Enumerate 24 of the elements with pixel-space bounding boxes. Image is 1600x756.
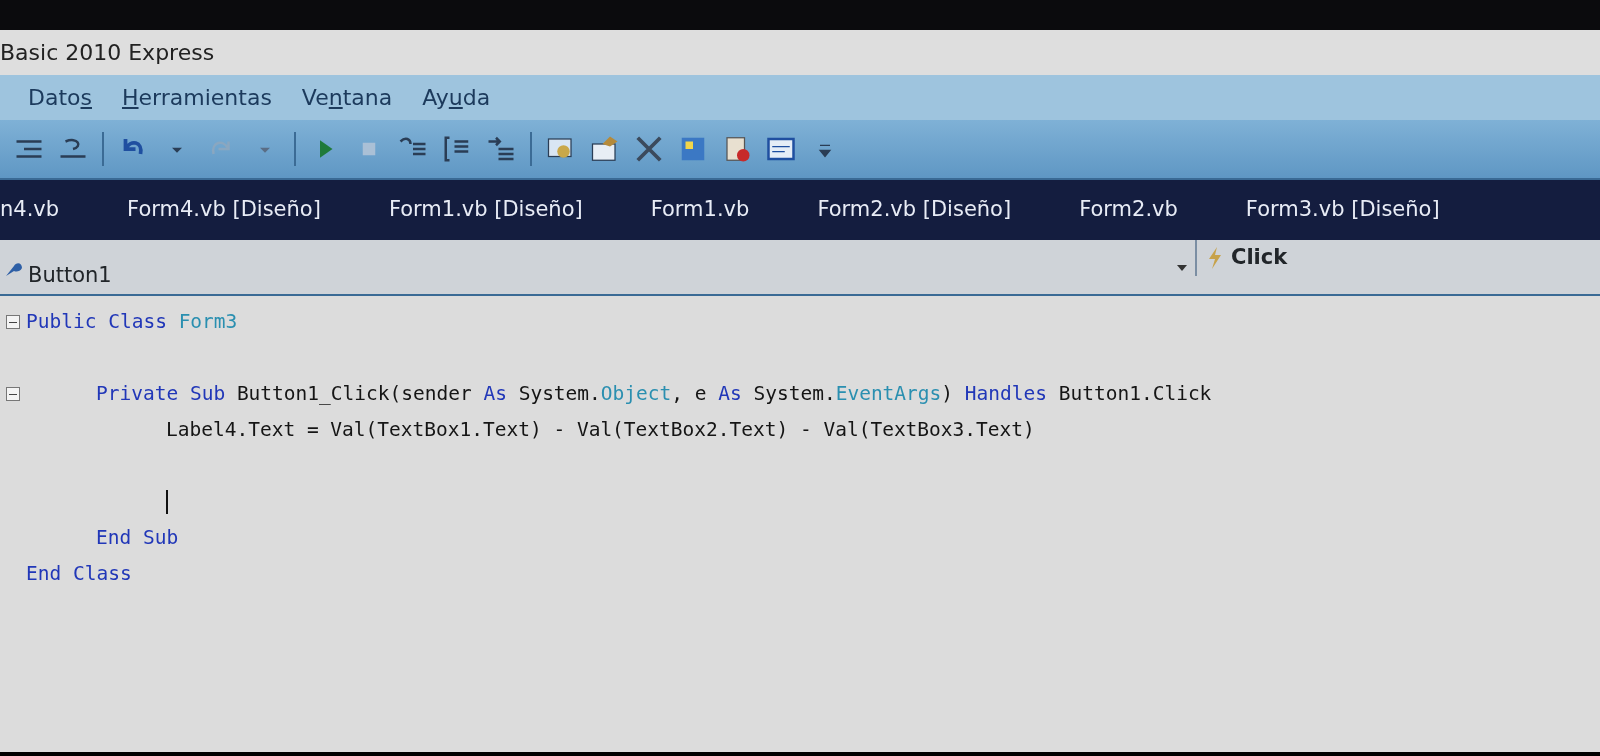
editor-tab[interactable]: Form1.vb [616, 194, 784, 226]
folder-window-icon[interactable] [590, 134, 620, 164]
editor-tab[interactable]: n4.vb [0, 194, 94, 226]
menu-item[interactable]: Datos [26, 81, 94, 114]
outline-toggle-icon[interactable] [6, 315, 20, 329]
class-dropdown[interactable]: Button1 [28, 260, 112, 292]
code-line: End Sub [96, 525, 179, 552]
window-title: Basic 2010 Express [0, 39, 215, 67]
menu-item[interactable]: Herramientas [120, 81, 274, 114]
editor-tab[interactable]: Form2.vb [1045, 194, 1212, 226]
lightning-icon [1207, 247, 1223, 269]
code-line: End Class [26, 561, 132, 588]
menu-item[interactable]: Ayuda [420, 81, 493, 114]
editor-tab[interactable]: Form1.vb [Diseño] [354, 194, 617, 226]
outline-toggle-icon[interactable] [6, 387, 20, 401]
menu-item[interactable]: Ventana [299, 81, 395, 114]
editor-tab[interactable]: Form2.vb [Diseño] [783, 194, 1046, 226]
method-dropdown[interactable]: Click [1231, 242, 1288, 274]
editor-tab[interactable]: Form3.vb [Diseño] [1211, 194, 1474, 226]
code-line: Private Sub Button1_Click(sender As System.Object, e As System.EventArgs) Handles Button1.Click [96, 381, 1212, 408]
editor-tab[interactable]: Form4.vb [Diseño] [93, 194, 355, 226]
dropdown-arrow-icon[interactable] [1177, 265, 1187, 271]
code-line: Public Class Form3 [26, 309, 238, 336]
code-line: Label4.Text = Val(TextBox1.Text) - Val(TextBox2.Text) - Val(TextBox3.Text) [166, 417, 1035, 444]
